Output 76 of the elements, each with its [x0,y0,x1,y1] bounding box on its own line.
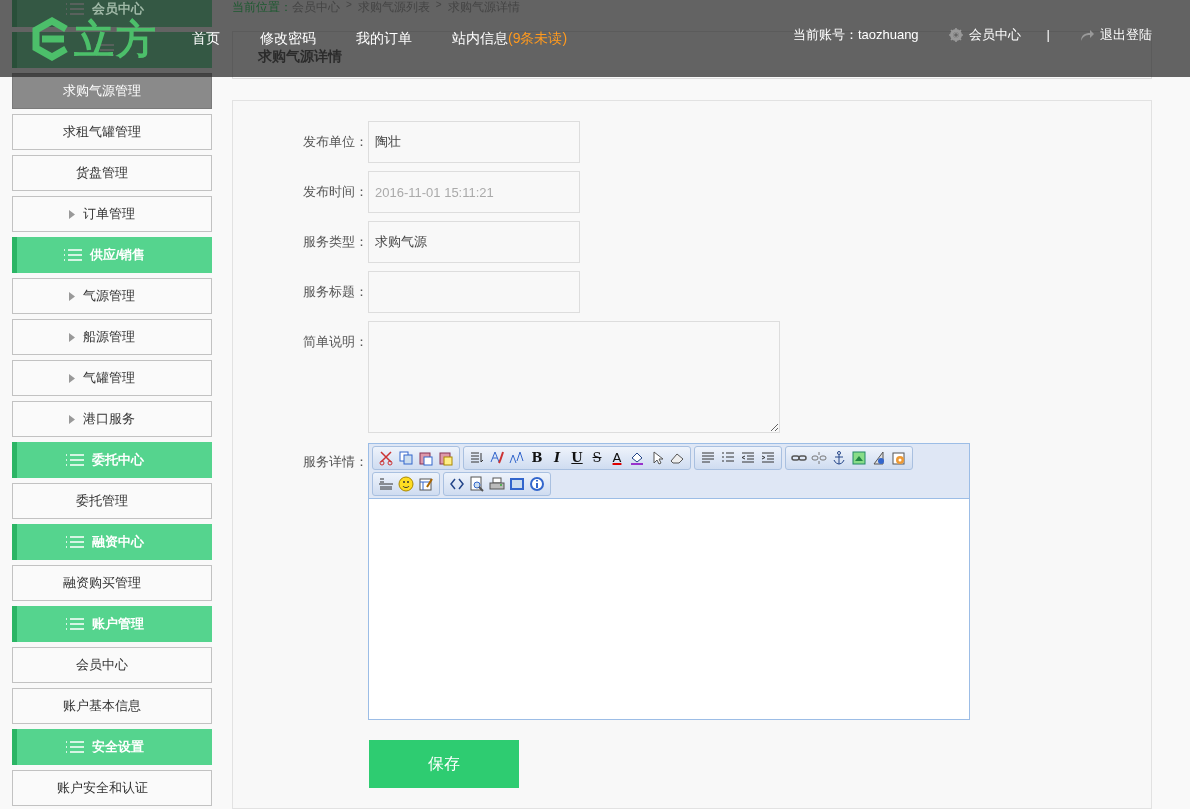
image-icon[interactable] [851,450,867,466]
sidebar-section-title: 委托中心 [91,451,144,469]
indent-icon[interactable] [760,450,776,466]
sidebar-item[interactable]: 气罐管理 [12,360,212,396]
logout-link[interactable]: 退出登陆 [1100,25,1152,44]
page-title: 求购气源详情 [258,46,343,66]
font-color-button[interactable]: A [609,450,625,466]
sidebar-item[interactable]: 气源管理 [12,278,212,314]
strikethrough-button[interactable]: S [589,450,605,466]
paint-bucket-icon[interactable] [629,450,645,466]
field-label: 发布单位： [302,133,368,151]
menu-icon [65,618,84,630]
separator: | [1046,27,1050,42]
sidebar-section-title: 会员中心 [91,0,144,18]
anchor-icon[interactable] [831,450,847,466]
flash-icon[interactable] [871,450,887,466]
field-label: 服务类型： [302,233,368,251]
sidebar-section-title: 供应/销售 [89,246,146,264]
input-field[interactable]: 求购气源 [368,221,580,263]
field-label: 发布时间： [302,183,368,201]
sidebar-item[interactable]: 账户安全和认证 [12,770,212,806]
nav-link[interactable]: 首页 [192,29,220,48]
printer-icon[interactable] [489,476,505,492]
menu-icon [65,536,84,548]
media-icon[interactable] [891,450,907,466]
account-label: 当前账号：taozhuang [792,25,919,44]
sidebar-item[interactable]: 船源管理 [12,319,212,355]
sidebar-item[interactable]: 账户基本信息 [12,688,212,724]
sidebar-item[interactable]: 港口服务 [12,401,212,437]
sidebar-item[interactable]: 货盘管理 [12,155,212,191]
sidebar-section-title: 账户管理 [91,615,144,633]
paragraph-icon[interactable] [469,450,485,466]
nav-link[interactable]: 站内信息(9条未读) [452,29,568,48]
info-icon[interactable] [529,476,545,492]
sidebar-item[interactable]: 求租气罐管理 [12,114,212,150]
align-icon[interactable] [700,450,716,466]
preview-icon[interactable] [469,476,485,492]
sidebar-section-title: 安全设置 [91,738,144,756]
field-label: 服务标题： [302,283,368,301]
nav-link[interactable]: 我的订单 [356,29,412,48]
paste-text-icon[interactable] [438,450,454,466]
sidebar-item[interactable]: 会员中心 [12,647,212,683]
menu-icon [65,454,84,466]
settings-icon [948,27,963,42]
font-icon[interactable] [489,450,505,466]
smiley-icon[interactable] [398,476,414,492]
italic-button[interactable]: I [549,450,565,466]
scissors-icon[interactable] [378,450,394,466]
copy-icon[interactable] [398,450,414,466]
bold-button[interactable]: B [529,450,545,466]
field-label: 服务详情： [302,453,368,471]
menu-icon [63,249,82,261]
field-label: 简单说明： [302,333,368,351]
paste-icon[interactable] [418,450,434,466]
menu-icon [65,741,84,753]
sidebar-section-title: 融资中心 [91,533,144,551]
nav-link[interactable]: 修改密码 [260,29,316,48]
unlink-icon[interactable] [811,450,827,466]
horizontal-rule-icon[interactable] [378,476,394,492]
sidebar-item[interactable]: 订单管理 [12,196,212,232]
input-field[interactable]: 陶壮 [368,121,580,163]
sidebar-item[interactable]: 委托管理 [12,483,212,519]
member-center-link[interactable]: 会员中心 [968,25,1021,44]
code-icon[interactable] [449,476,465,492]
breadcrumb-separator: > [346,0,352,12]
table-icon[interactable] [418,476,434,492]
breadcrumb-label: 当前位置： [232,0,292,16]
share-arrow-icon [1080,27,1094,42]
sidebar-item[interactable]: 融资购买管理 [12,565,212,601]
underline-button[interactable]: U [569,450,585,466]
logo-text: 立方 [74,18,158,60]
input-field[interactable] [368,271,580,313]
breadcrumb-separator: > [435,0,442,12]
font-size-icon[interactable] [509,450,525,466]
outdent-icon[interactable] [740,450,756,466]
fullscreen-icon[interactable] [509,476,525,492]
